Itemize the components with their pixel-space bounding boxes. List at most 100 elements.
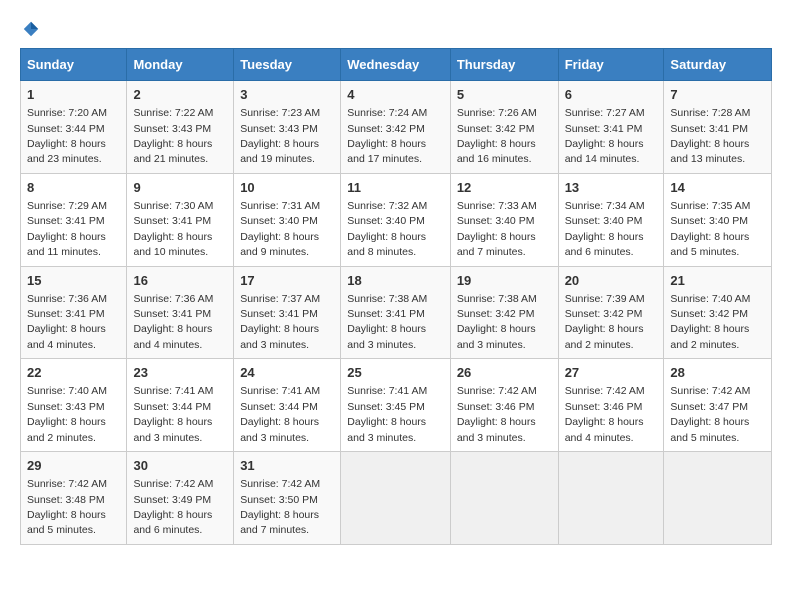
day-info: Sunrise: 7:37 AMSunset: 3:41 PMDaylight:… (240, 293, 320, 351)
calendar-cell: 7 Sunrise: 7:28 AMSunset: 3:41 PMDayligh… (664, 81, 772, 174)
day-number: 26 (457, 364, 552, 382)
day-number: 1 (27, 86, 120, 104)
calendar-cell: 24 Sunrise: 7:41 AMSunset: 3:44 PMDaylig… (234, 359, 341, 452)
calendar-cell: 1 Sunrise: 7:20 AMSunset: 3:44 PMDayligh… (21, 81, 127, 174)
calendar-cell: 12 Sunrise: 7:33 AMSunset: 3:40 PMDaylig… (450, 173, 558, 266)
calendar-cell: 17 Sunrise: 7:37 AMSunset: 3:41 PMDaylig… (234, 266, 341, 359)
day-info: Sunrise: 7:38 AMSunset: 3:42 PMDaylight:… (457, 293, 537, 351)
header-monday: Monday (127, 49, 234, 81)
calendar-cell: 8 Sunrise: 7:29 AMSunset: 3:41 PMDayligh… (21, 173, 127, 266)
day-number: 7 (670, 86, 765, 104)
calendar-cell (664, 452, 772, 545)
calendar-cell: 21 Sunrise: 7:40 AMSunset: 3:42 PMDaylig… (664, 266, 772, 359)
day-info: Sunrise: 7:32 AMSunset: 3:40 PMDaylight:… (347, 200, 427, 258)
day-info: Sunrise: 7:40 AMSunset: 3:43 PMDaylight:… (27, 385, 107, 443)
day-number: 27 (565, 364, 658, 382)
day-number: 18 (347, 272, 444, 290)
calendar-week-row: 29 Sunrise: 7:42 AMSunset: 3:48 PMDaylig… (21, 452, 772, 545)
day-number: 16 (133, 272, 227, 290)
day-number: 28 (670, 364, 765, 382)
day-number: 8 (27, 179, 120, 197)
header-sunday: Sunday (21, 49, 127, 81)
calendar-cell: 2 Sunrise: 7:22 AMSunset: 3:43 PMDayligh… (127, 81, 234, 174)
calendar-cell: 26 Sunrise: 7:42 AMSunset: 3:46 PMDaylig… (450, 359, 558, 452)
calendar-table: SundayMondayTuesdayWednesdayThursdayFrid… (20, 48, 772, 545)
day-number: 15 (27, 272, 120, 290)
day-number: 4 (347, 86, 444, 104)
calendar-cell: 30 Sunrise: 7:42 AMSunset: 3:49 PMDaylig… (127, 452, 234, 545)
day-info: Sunrise: 7:27 AMSunset: 3:41 PMDaylight:… (565, 107, 645, 165)
header-saturday: Saturday (664, 49, 772, 81)
calendar-cell: 9 Sunrise: 7:30 AMSunset: 3:41 PMDayligh… (127, 173, 234, 266)
day-number: 22 (27, 364, 120, 382)
calendar-week-row: 15 Sunrise: 7:36 AMSunset: 3:41 PMDaylig… (21, 266, 772, 359)
calendar-cell: 3 Sunrise: 7:23 AMSunset: 3:43 PMDayligh… (234, 81, 341, 174)
calendar-cell: 20 Sunrise: 7:39 AMSunset: 3:42 PMDaylig… (558, 266, 664, 359)
day-info: Sunrise: 7:31 AMSunset: 3:40 PMDaylight:… (240, 200, 320, 258)
header-thursday: Thursday (450, 49, 558, 81)
day-number: 25 (347, 364, 444, 382)
day-number: 24 (240, 364, 334, 382)
day-info: Sunrise: 7:42 AMSunset: 3:46 PMDaylight:… (565, 385, 645, 443)
page-header (20, 20, 772, 38)
day-number: 6 (565, 86, 658, 104)
calendar-cell: 29 Sunrise: 7:42 AMSunset: 3:48 PMDaylig… (21, 452, 127, 545)
day-info: Sunrise: 7:33 AMSunset: 3:40 PMDaylight:… (457, 200, 537, 258)
calendar-cell: 22 Sunrise: 7:40 AMSunset: 3:43 PMDaylig… (21, 359, 127, 452)
day-number: 19 (457, 272, 552, 290)
logo (20, 20, 40, 38)
calendar-cell: 19 Sunrise: 7:38 AMSunset: 3:42 PMDaylig… (450, 266, 558, 359)
calendar-cell: 31 Sunrise: 7:42 AMSunset: 3:50 PMDaylig… (234, 452, 341, 545)
day-number: 12 (457, 179, 552, 197)
day-number: 21 (670, 272, 765, 290)
day-info: Sunrise: 7:35 AMSunset: 3:40 PMDaylight:… (670, 200, 750, 258)
calendar-cell: 25 Sunrise: 7:41 AMSunset: 3:45 PMDaylig… (341, 359, 451, 452)
logo-icon (22, 20, 40, 38)
calendar-week-row: 1 Sunrise: 7:20 AMSunset: 3:44 PMDayligh… (21, 81, 772, 174)
calendar-cell (558, 452, 664, 545)
calendar-week-row: 8 Sunrise: 7:29 AMSunset: 3:41 PMDayligh… (21, 173, 772, 266)
calendar-cell: 23 Sunrise: 7:41 AMSunset: 3:44 PMDaylig… (127, 359, 234, 452)
day-number: 11 (347, 179, 444, 197)
day-info: Sunrise: 7:41 AMSunset: 3:45 PMDaylight:… (347, 385, 427, 443)
calendar-cell: 16 Sunrise: 7:36 AMSunset: 3:41 PMDaylig… (127, 266, 234, 359)
day-info: Sunrise: 7:20 AMSunset: 3:44 PMDaylight:… (27, 107, 107, 165)
day-info: Sunrise: 7:24 AMSunset: 3:42 PMDaylight:… (347, 107, 427, 165)
day-number: 30 (133, 457, 227, 475)
day-info: Sunrise: 7:28 AMSunset: 3:41 PMDaylight:… (670, 107, 750, 165)
calendar-cell: 15 Sunrise: 7:36 AMSunset: 3:41 PMDaylig… (21, 266, 127, 359)
calendar-cell: 28 Sunrise: 7:42 AMSunset: 3:47 PMDaylig… (664, 359, 772, 452)
day-info: Sunrise: 7:34 AMSunset: 3:40 PMDaylight:… (565, 200, 645, 258)
day-number: 5 (457, 86, 552, 104)
calendar-cell (450, 452, 558, 545)
calendar-cell: 6 Sunrise: 7:27 AMSunset: 3:41 PMDayligh… (558, 81, 664, 174)
day-info: Sunrise: 7:42 AMSunset: 3:46 PMDaylight:… (457, 385, 537, 443)
day-info: Sunrise: 7:41 AMSunset: 3:44 PMDaylight:… (240, 385, 320, 443)
calendar-header-row: SundayMondayTuesdayWednesdayThursdayFrid… (21, 49, 772, 81)
calendar-cell (341, 452, 451, 545)
calendar-cell: 14 Sunrise: 7:35 AMSunset: 3:40 PMDaylig… (664, 173, 772, 266)
day-info: Sunrise: 7:36 AMSunset: 3:41 PMDaylight:… (133, 293, 213, 351)
calendar-cell: 11 Sunrise: 7:32 AMSunset: 3:40 PMDaylig… (341, 173, 451, 266)
calendar-cell: 13 Sunrise: 7:34 AMSunset: 3:40 PMDaylig… (558, 173, 664, 266)
day-number: 9 (133, 179, 227, 197)
header-friday: Friday (558, 49, 664, 81)
calendar-cell: 18 Sunrise: 7:38 AMSunset: 3:41 PMDaylig… (341, 266, 451, 359)
day-info: Sunrise: 7:39 AMSunset: 3:42 PMDaylight:… (565, 293, 645, 351)
day-number: 10 (240, 179, 334, 197)
day-info: Sunrise: 7:42 AMSunset: 3:47 PMDaylight:… (670, 385, 750, 443)
header-wednesday: Wednesday (341, 49, 451, 81)
day-info: Sunrise: 7:29 AMSunset: 3:41 PMDaylight:… (27, 200, 107, 258)
day-info: Sunrise: 7:36 AMSunset: 3:41 PMDaylight:… (27, 293, 107, 351)
day-number: 2 (133, 86, 227, 104)
day-info: Sunrise: 7:22 AMSunset: 3:43 PMDaylight:… (133, 107, 213, 165)
day-info: Sunrise: 7:42 AMSunset: 3:48 PMDaylight:… (27, 478, 107, 536)
header-tuesday: Tuesday (234, 49, 341, 81)
calendar-cell: 10 Sunrise: 7:31 AMSunset: 3:40 PMDaylig… (234, 173, 341, 266)
day-info: Sunrise: 7:23 AMSunset: 3:43 PMDaylight:… (240, 107, 320, 165)
calendar-week-row: 22 Sunrise: 7:40 AMSunset: 3:43 PMDaylig… (21, 359, 772, 452)
day-info: Sunrise: 7:41 AMSunset: 3:44 PMDaylight:… (133, 385, 213, 443)
day-info: Sunrise: 7:42 AMSunset: 3:49 PMDaylight:… (133, 478, 213, 536)
day-info: Sunrise: 7:26 AMSunset: 3:42 PMDaylight:… (457, 107, 537, 165)
day-number: 17 (240, 272, 334, 290)
